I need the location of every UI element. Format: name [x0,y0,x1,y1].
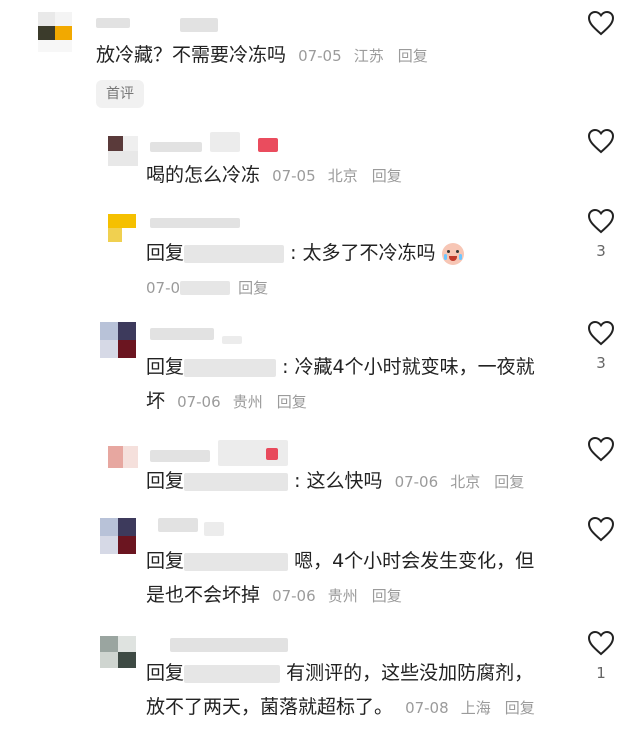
location: 江苏 [353,47,384,65]
reply-prefix: 回复 [146,662,185,684]
avatar[interactable] [100,322,136,358]
like-count: 1 [596,664,606,682]
avatar[interactable] [100,636,136,668]
comment-text: 放冷藏？不需要冷冻吗 07-05 江苏 回复 [96,44,428,66]
heart-icon[interactable] [587,10,615,36]
avatar[interactable] [108,446,138,468]
username[interactable] [150,328,214,340]
date: 07-0 [146,279,181,297]
comment-text: 喝的怎么冷冻 [146,164,261,186]
reply-button[interactable]: 回复 [494,473,524,491]
date: 07-06 [272,587,316,605]
location: 北京 [450,473,481,491]
top-comment: 放冷藏？不需要冷冻吗 07-05 江苏 回复 首评 [0,0,640,120]
comment-text-cont: 坏 [146,390,166,412]
heart-icon[interactable] [587,208,615,234]
heart-icon[interactable] [587,320,615,346]
heart-icon[interactable] [587,630,615,656]
date: 07-05 [298,47,342,65]
comment-text-cont: 放不了两天，菌落就超标了。 [146,696,394,718]
location: 北京 [327,167,358,185]
comment-text: : 冷藏4个小时就变味，一夜就 [282,356,535,378]
first-comment-tag: 首评 [96,80,144,108]
heart-icon[interactable] [587,436,615,462]
comment-text: : 这么快吗 [294,470,383,492]
reply-item: 回复 : 太多了不冷冻吗 07-0 回复 3 [0,202,640,310]
location: 贵州 [232,393,263,411]
avatar[interactable] [108,136,138,166]
comment-text: : 太多了不冷冻吗 [290,242,436,264]
reply-item: 回复 : 这么快吗 07-06 北京 回复 [0,432,640,512]
date: 07-05 [272,167,316,185]
reply-button[interactable]: 回复 [505,699,535,717]
username[interactable] [150,218,240,228]
comment-text: 嗯，4个小时会发生变化，但 [294,550,535,572]
comment-text: 有测评的，这些没加防腐剂， [286,662,534,684]
reply-item: 回复 嗯，4个小时会发生变化，但 是也不会坏掉 07-06 贵州 回复 [0,512,640,630]
reply-button[interactable]: 回复 [398,47,428,65]
username[interactable] [158,518,198,532]
reply-item: 回复 : 冷藏4个小时就变味，一夜就 坏 07-06 贵州 回复 3 [0,312,640,430]
username[interactable] [150,142,202,152]
avatar[interactable] [108,214,136,242]
reply-prefix: 回复 [146,550,185,572]
reply-button[interactable]: 回复 [238,279,268,297]
reply-item: 回复 有测评的，这些没加防腐剂， 放不了两天，菌落就超标了。 07-08 上海 … [0,628,640,737]
avatar[interactable] [38,12,72,52]
like-count: 3 [596,242,606,260]
heart-icon[interactable] [587,128,615,154]
date: 07-06 [394,473,439,491]
reply-button[interactable]: 回复 [372,587,402,605]
date: 07-08 [405,699,449,717]
username[interactable] [96,18,130,28]
crying-emoji-icon [441,242,464,265]
location: 贵州 [327,587,358,605]
date: 07-06 [177,393,221,411]
username[interactable] [170,638,288,652]
avatar[interactable] [100,518,136,554]
reply-button[interactable]: 回复 [277,393,307,411]
reply-button[interactable]: 回复 [372,167,402,185]
heart-icon[interactable] [587,516,615,542]
reply-prefix: 回复 [146,470,185,492]
reply-prefix: 回复 [146,242,185,264]
reply-prefix: 回复 [146,356,185,378]
like-count: 3 [596,354,606,372]
location: 上海 [460,699,491,717]
reply-item: 喝的怎么冷冻 07-05 北京 回复 [0,122,640,200]
comment-text-cont: 是也不会坏掉 [146,584,261,606]
username[interactable] [150,450,210,462]
